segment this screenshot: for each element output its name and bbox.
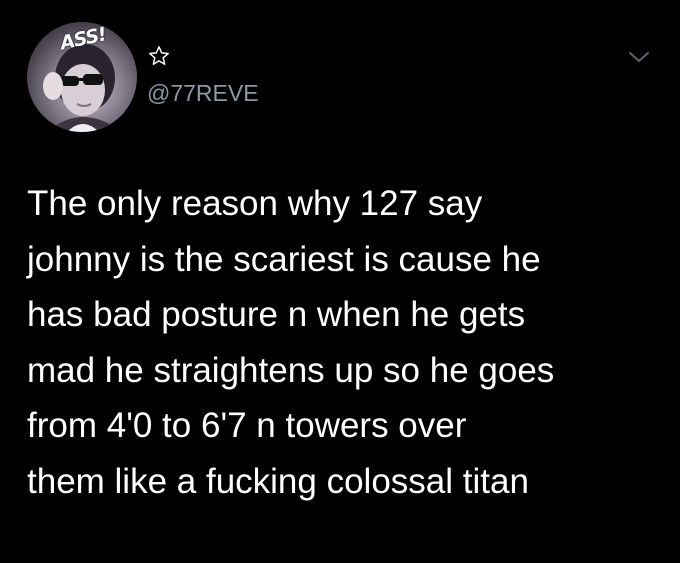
tweet-card: ASS! @77REVE The only reason why 127 say…: [0, 0, 680, 563]
chevron-down-icon[interactable]: [624, 46, 654, 68]
tweet-text-line: has bad posture n when he gets: [27, 295, 526, 334]
tweet-text-line: mad he straightens up so he goes: [27, 350, 555, 390]
avatar[interactable]: ASS!: [27, 22, 137, 132]
tweet-text-line: The only reason why 127 say: [27, 184, 483, 223]
star-outline-icon: [149, 46, 169, 65]
user-handle[interactable]: @77REVE: [147, 80, 259, 107]
tweet-text-line: from 4'0 to 6'7 n towers over: [27, 406, 467, 445]
tweet-text: The only reason why 127 say johnny is th…: [27, 176, 667, 509]
tweet-text-line: johnny is the scariest is cause he: [27, 239, 541, 279]
tweet-text-line: them like a fucking colossal titan: [27, 461, 529, 501]
